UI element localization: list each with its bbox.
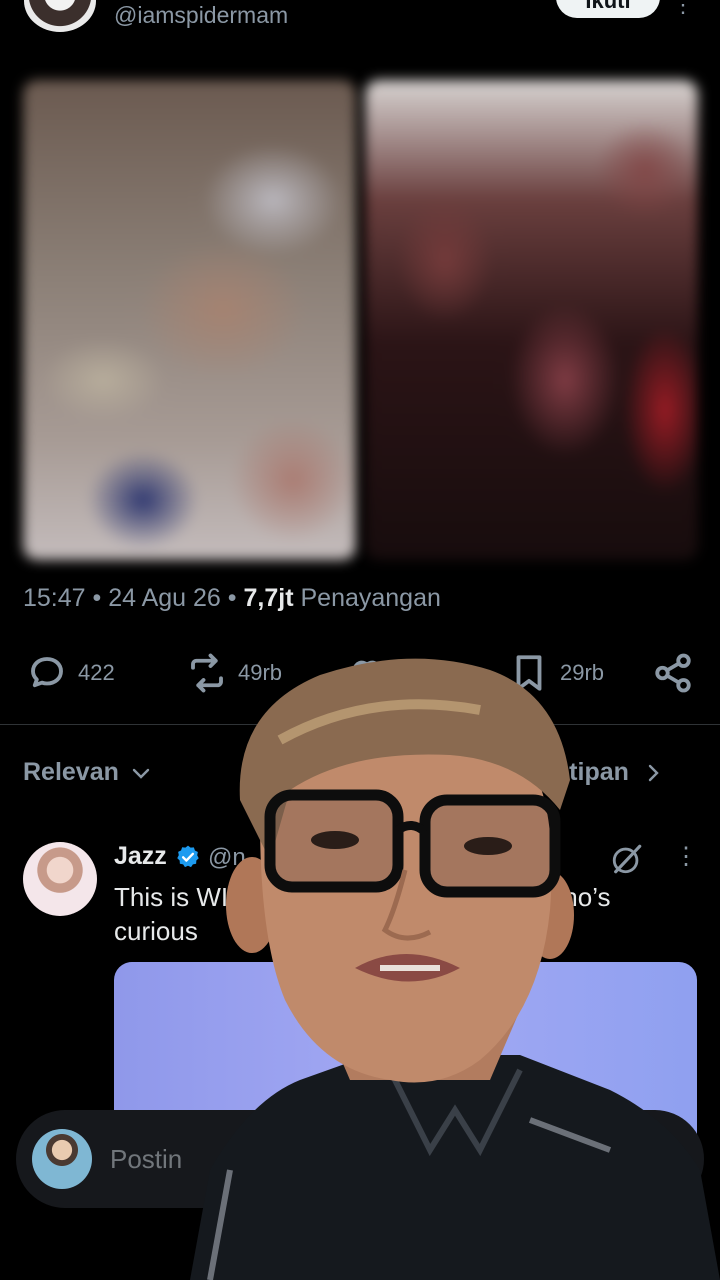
- reply-avatar[interactable]: [23, 842, 97, 916]
- reply-icon: [31, 657, 63, 688]
- author-avatar[interactable]: [24, 0, 96, 32]
- post-time: 15:47: [23, 584, 86, 612]
- post-date: 24 Agu 26: [108, 584, 221, 612]
- views-label: Penayangan: [300, 584, 441, 612]
- author-handle[interactable]: @iamspidermam: [114, 2, 288, 29]
- follow-button[interactable]: Ikuti: [556, 0, 660, 18]
- user-avatar: [32, 1129, 92, 1189]
- compose-placeholder[interactable]: Postin: [110, 1144, 182, 1175]
- more-options-icon[interactable]: ⋮: [672, 0, 694, 18]
- reply-author-name: Jazz: [114, 842, 167, 870]
- reply-text-line2: curious: [114, 916, 198, 946]
- post-image-2[interactable]: [365, 80, 698, 560]
- reply-author[interactable]: Jazz: [114, 842, 201, 871]
- sort-label: Relevan: [23, 758, 119, 786]
- reply-count: 422: [78, 660, 115, 685]
- chevron-down-icon: [132, 768, 150, 779]
- post-image-1[interactable]: [23, 80, 356, 560]
- reply-action[interactable]: 422: [26, 652, 115, 694]
- views-count: 7,7jt: [243, 584, 294, 612]
- post-metadata: 15:47 • 24 Agu 26 • 7,7jt Penayangan: [23, 584, 441, 612]
- sort-dropdown[interactable]: Relevan: [23, 758, 153, 787]
- camera-overlay-person: [190, 658, 720, 1280]
